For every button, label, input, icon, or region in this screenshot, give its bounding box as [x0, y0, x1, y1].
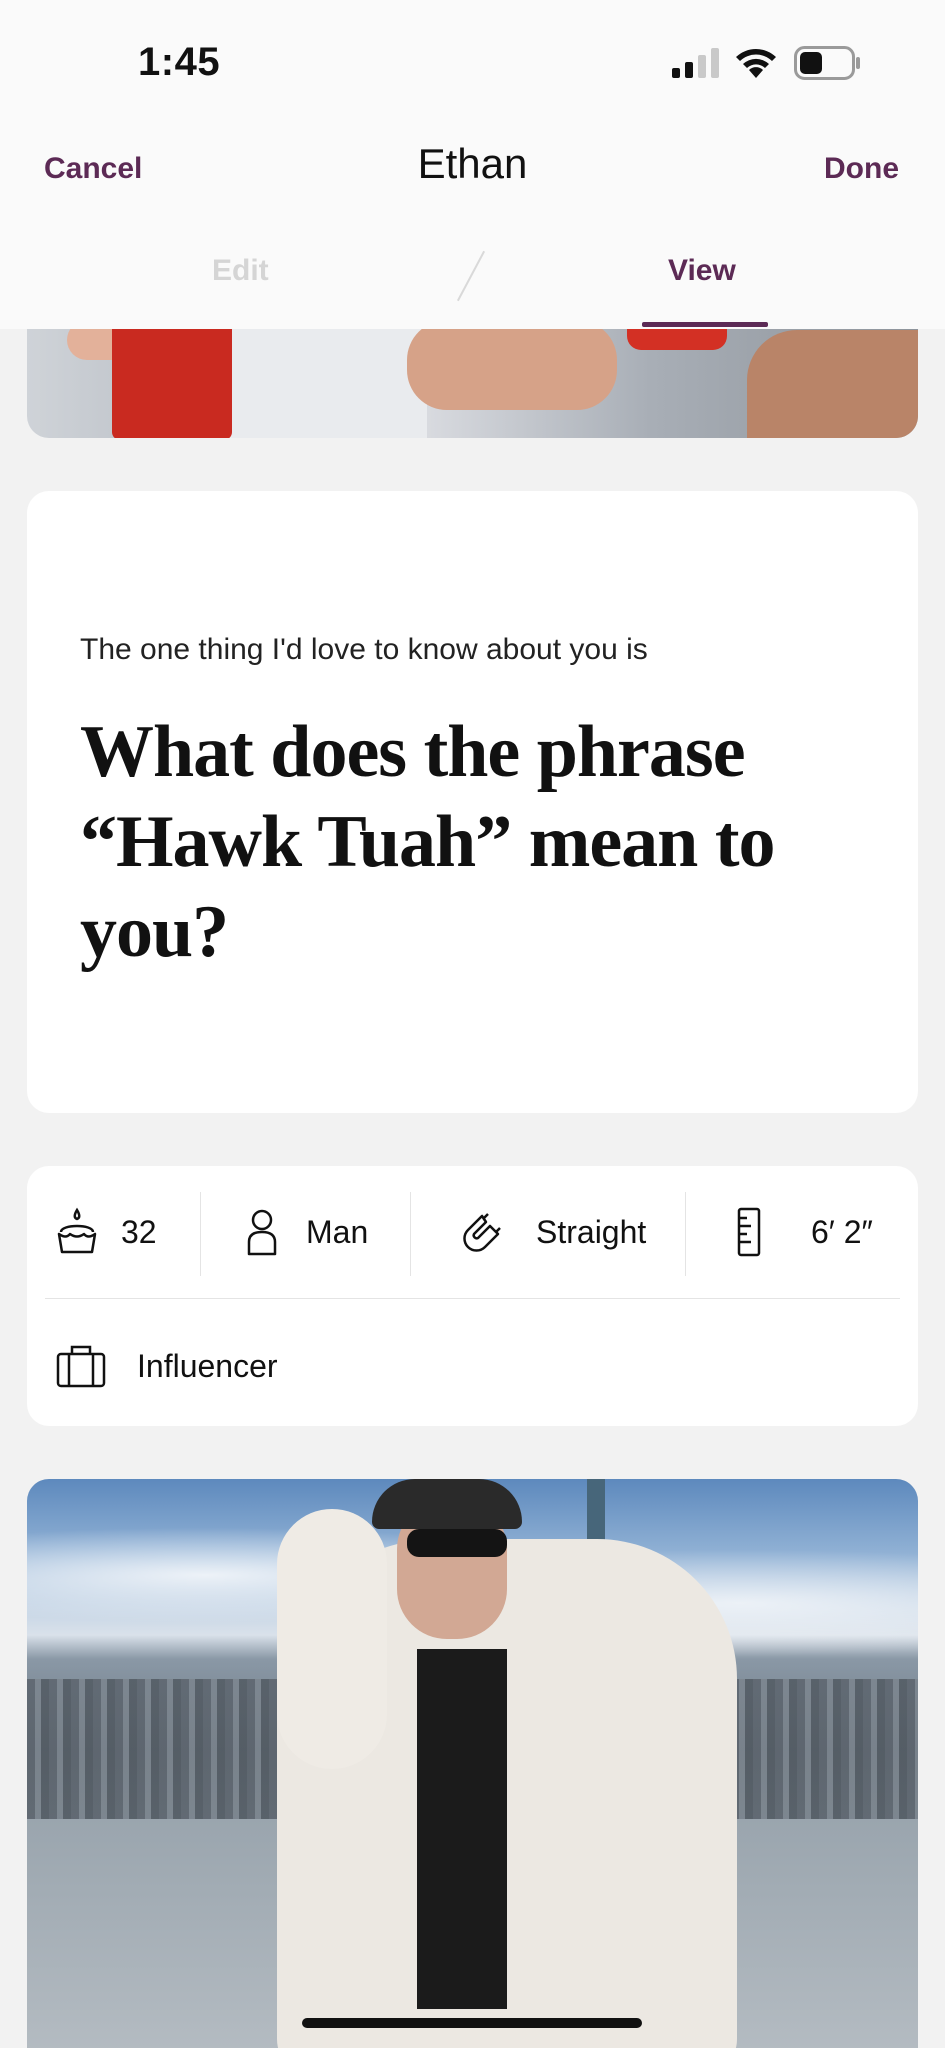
birthday-cake-icon: [57, 1207, 97, 1254]
photo-person-arm: [277, 1509, 387, 1769]
vitals-row: 32 Man Straight 6′ 2″: [27, 1188, 918, 1276]
status-bar: 1:45: [0, 0, 945, 120]
battery-icon: [794, 46, 860, 80]
active-tab-indicator: [642, 322, 768, 327]
tab-view[interactable]: View: [668, 254, 736, 288]
cellular-signal-icon: [672, 48, 719, 78]
photo-hand: [407, 320, 617, 410]
job-value: Influencer: [137, 1347, 278, 1384]
photo-person-sunglasses: [407, 1529, 507, 1557]
divider: [45, 1298, 900, 1299]
height-item: 6′ 2″: [727, 1188, 873, 1276]
job-item: Influencer: [55, 1336, 278, 1396]
tab-divider: [456, 250, 486, 302]
gender-item: Man: [240, 1188, 368, 1276]
nav-bar: Cancel Ethan Done: [0, 130, 945, 210]
ruler-icon: [737, 1207, 761, 1257]
done-button[interactable]: Done: [824, 152, 899, 186]
magnet-icon: [463, 1213, 501, 1252]
home-indicator: [302, 2018, 642, 2028]
gender-value: Man: [306, 1213, 369, 1250]
photo-person-cap: [372, 1479, 522, 1529]
wifi-icon: [736, 49, 776, 78]
tab-edit[interactable]: Edit: [212, 254, 269, 288]
prompt-label: The one thing I'd love to know about you…: [80, 633, 648, 666]
divider: [685, 1192, 686, 1276]
age-value: 32: [121, 1213, 157, 1250]
tab-bar: Edit View: [0, 240, 945, 329]
prompt-answer: What does the phrase “Hawk Tuah” mean to…: [80, 711, 775, 973]
photo-person-shirt: [417, 1649, 507, 2009]
orientation-value: Straight: [536, 1213, 647, 1250]
profile-info-card: 32 Man Straight 6′ 2″ Influencer: [27, 1166, 918, 1426]
age-item: 32: [55, 1188, 157, 1276]
photo-red-cup: [112, 320, 232, 438]
prompt-card[interactable]: The one thing I'd love to know about you…: [27, 491, 918, 1113]
briefcase-icon: [56, 1345, 106, 1388]
divider: [200, 1192, 201, 1276]
orientation-item: Straight: [452, 1188, 646, 1276]
divider: [410, 1192, 411, 1276]
status-time: 1:45: [138, 40, 221, 84]
header-area: 1:45 Cancel Ethan Done Edit View: [0, 0, 945, 329]
person-icon: [247, 1209, 277, 1256]
page-title: Ethan: [417, 140, 528, 187]
profile-photo-2[interactable]: [27, 1479, 918, 2048]
photo-arm: [747, 330, 918, 438]
height-value: 6′ 2″: [811, 1213, 873, 1250]
